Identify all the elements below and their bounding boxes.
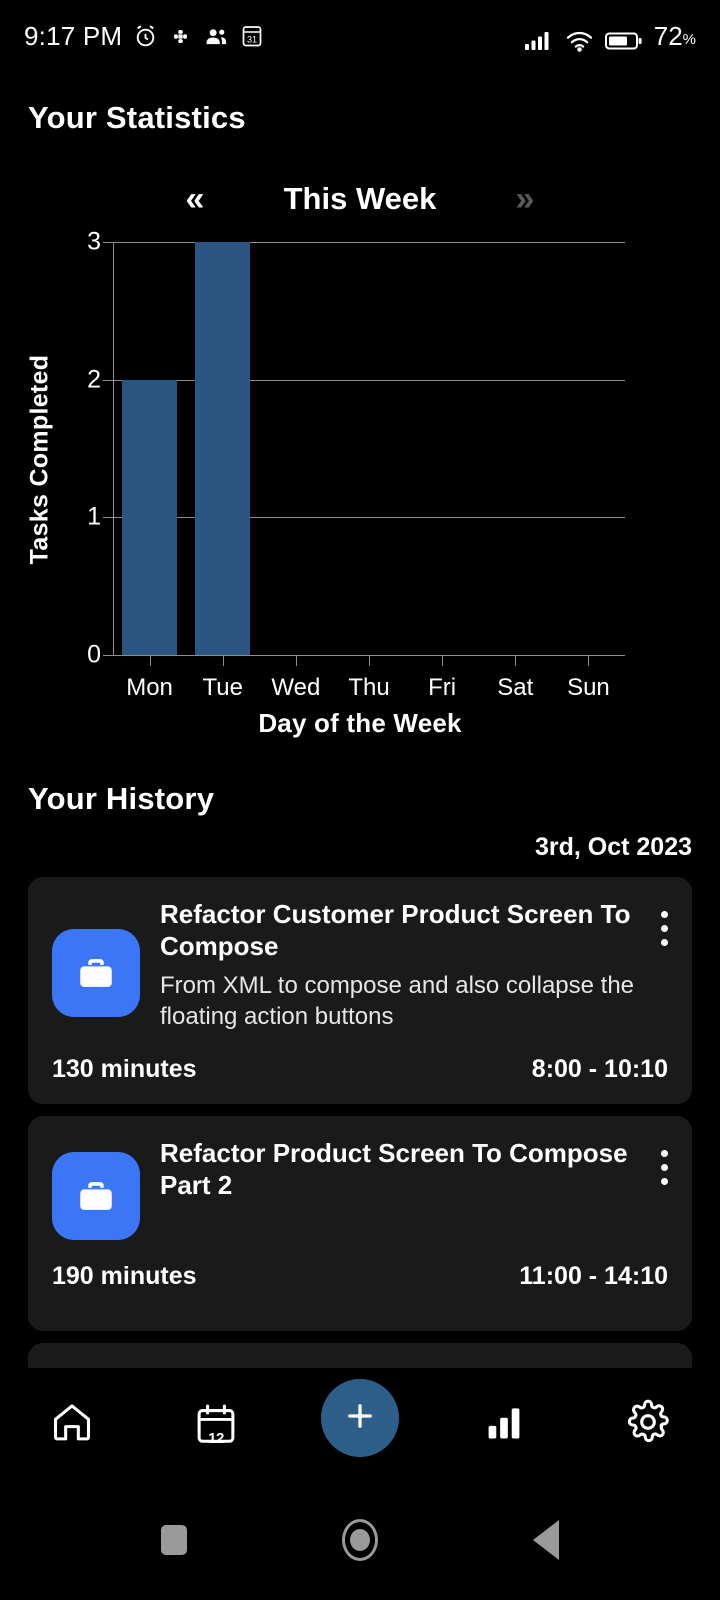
- home-icon: [49, 1399, 95, 1450]
- chart-y-axis: [113, 242, 114, 656]
- next-week-button[interactable]: »: [490, 182, 560, 216]
- history-card-row: Refactor Customer Product Screen To Comp…: [52, 899, 668, 1033]
- chart-y-tick-label: 1: [87, 502, 101, 531]
- calendar-icon: 12: [193, 1401, 239, 1447]
- history-heading: Your History: [28, 781, 215, 816]
- briefcase-icon: [52, 928, 140, 1017]
- bar-chart-icon: [483, 1401, 525, 1448]
- chart-y-axis-label: Tasks Completed: [25, 354, 54, 565]
- chart-y-tick: [103, 655, 113, 656]
- history-date: 3rd, Oct 2023: [534, 833, 692, 861]
- chart-y-tick: [103, 517, 113, 519]
- history-card[interactable]: Refactor Customer Product Screen To Comp…: [28, 877, 692, 1104]
- kebab-dot: [661, 1163, 668, 1171]
- chart-x-tick: [222, 655, 224, 666]
- briefcase-icon: [52, 1151, 140, 1240]
- calendar-31-icon: 31: [241, 24, 263, 48]
- chart-x-tick-label: Wed: [271, 674, 321, 701]
- kebab-dot: [661, 1149, 668, 1157]
- status-bar-left: 9:17 PM 31: [24, 21, 263, 52]
- history-card-duration: 130 minutes: [52, 1054, 197, 1083]
- chart-x-tick: [588, 655, 590, 666]
- chart-bar: [195, 242, 251, 655]
- history-card-row: Refactor Product Screen To Compose Part …: [52, 1138, 668, 1240]
- chart-x-tick-label: Tue: [202, 674, 243, 701]
- recents-button[interactable]: [161, 1525, 187, 1555]
- previous-week-button[interactable]: «: [160, 182, 230, 216]
- plus-icon: [342, 1398, 378, 1439]
- history-card-footer: 190 minutes 11:00 - 14:10: [52, 1262, 668, 1291]
- history-card-duration: 190 minutes: [52, 1261, 197, 1290]
- chart-gridline: [113, 242, 625, 243]
- chart-y-tick: [103, 379, 113, 381]
- kebab-dot: [661, 911, 668, 918]
- chart-gridline: [113, 517, 625, 519]
- chart-x-tick: [149, 655, 151, 666]
- history-card-time-range: 11:00 - 14:10: [519, 1261, 668, 1290]
- android-navigation-bar: [0, 1480, 720, 1600]
- chart-x-tick-label: Sat: [497, 674, 534, 701]
- chart-x-tick: [442, 655, 444, 666]
- history-list[interactable]: Refactor Customer Product Screen To Comp…: [28, 877, 692, 1377]
- chart-x-tick-label: Mon: [126, 674, 173, 701]
- history-card-body: Refactor Product Screen To Compose Part …: [160, 1138, 668, 1240]
- back-button[interactable]: [533, 1520, 559, 1560]
- status-bar-right: 72%: [524, 21, 696, 52]
- chart-gridline: [113, 379, 625, 381]
- history-card-description: From XML to compose and also collapse th…: [160, 972, 635, 1031]
- history-card[interactable]: Refactor Product Screen To Compose Part …: [28, 1115, 692, 1331]
- tasks-bar-chart: Tasks Completed 0 1 2 3 Mon Tue Wed Thu Fri Sat Su…: [0, 228, 720, 750]
- gear-icon: [625, 1399, 671, 1450]
- kebab-dot: [661, 939, 668, 946]
- chart-y-tick-label: 0: [87, 640, 101, 669]
- kebab-dot: [661, 1177, 668, 1185]
- nav-add-fab[interactable]: [310, 1374, 410, 1474]
- add-task-fab[interactable]: [321, 1379, 399, 1457]
- history-card-time-range: 8:00 - 10:10: [531, 1054, 668, 1083]
- calendar-day-number: 12: [208, 1430, 224, 1447]
- bottom-navigation: 12: [0, 1368, 720, 1480]
- chart-x-tick-label: Sun: [567, 674, 610, 701]
- statistics-heading: Your Statistics: [28, 100, 246, 135]
- battery-percent: 72%: [653, 20, 696, 51]
- history-card-menu-button[interactable]: [661, 1149, 668, 1185]
- history-card-body: Refactor Customer Product Screen To Comp…: [160, 899, 668, 1033]
- history-card-menu-button[interactable]: [661, 911, 668, 946]
- chart-y-tick-label: 3: [87, 227, 101, 256]
- wifi-icon: [565, 28, 594, 52]
- alarm-icon: [133, 24, 158, 49]
- chart-x-axis-label: Day of the Week: [258, 708, 462, 738]
- home-button[interactable]: [342, 1519, 378, 1561]
- nav-settings-button[interactable]: [598, 1374, 698, 1474]
- battery-icon: [604, 30, 643, 52]
- chart-plot-area: 0 1 2 3 Mon Tue Wed Thu Fri Sat Sun: [87, 228, 625, 701]
- signal-icon: [524, 28, 554, 52]
- kebab-dot: [661, 925, 668, 932]
- chart-bar: [122, 379, 178, 655]
- chart-y-tick: [103, 242, 113, 243]
- chart-x-tick: [515, 655, 517, 666]
- nav-calendar-button[interactable]: 12: [166, 1374, 266, 1474]
- chart-x-tick-label: Thu: [348, 674, 390, 701]
- status-bar-clock: 9:17 PM: [24, 20, 123, 51]
- week-navigator: « This Week »: [0, 173, 720, 225]
- slack-icon: [169, 25, 192, 48]
- chart-x-tick-label: Fri: [428, 674, 457, 701]
- contacts-icon: [203, 25, 230, 48]
- nav-statistics-button[interactable]: [454, 1374, 554, 1474]
- week-label: This Week: [283, 181, 437, 216]
- chart-y-tick-label: 2: [87, 365, 101, 394]
- history-card-footer: 130 minutes 8:00 - 10:10: [52, 1055, 668, 1084]
- chart-x-tick: [295, 655, 297, 666]
- svg-text:31: 31: [247, 34, 257, 44]
- history-card-title: Refactor Product Screen To Compose Part …: [160, 1137, 628, 1200]
- nav-home-button[interactable]: [22, 1374, 122, 1474]
- status-bar: 9:17 PM 31 72%: [0, 0, 720, 72]
- history-card-title: Refactor Customer Product Screen To Comp…: [160, 899, 631, 961]
- chart-x-tick: [369, 655, 370, 666]
